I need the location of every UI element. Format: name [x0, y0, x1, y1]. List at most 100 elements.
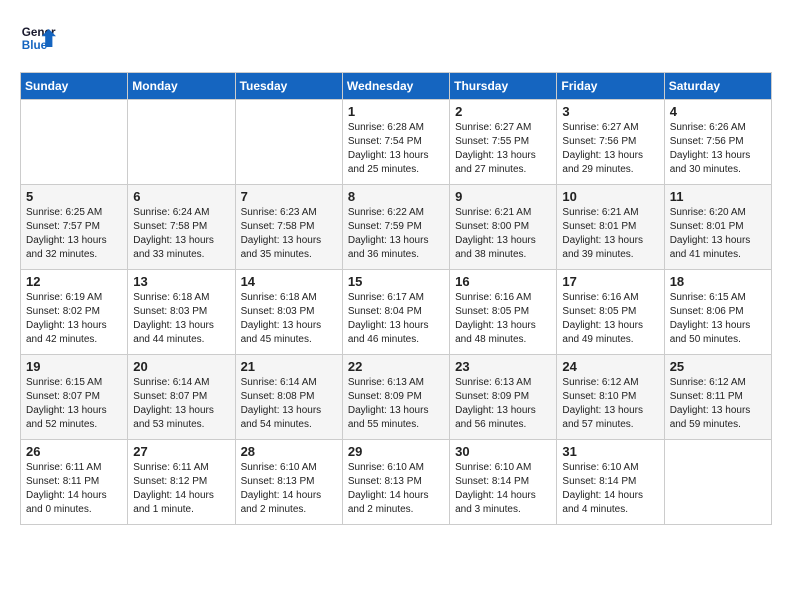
calendar-table: SundayMondayTuesdayWednesdayThursdayFrid…: [20, 72, 772, 525]
day-info: Sunrise: 6:27 AMSunset: 7:56 PMDaylight:…: [562, 122, 643, 175]
calendar-cell: 6 Sunrise: 6:24 AMSunset: 7:58 PMDayligh…: [128, 185, 235, 270]
calendar-cell: 14 Sunrise: 6:18 AMSunset: 8:03 PMDaylig…: [235, 270, 342, 355]
day-info: Sunrise: 6:13 AMSunset: 8:09 PMDaylight:…: [455, 377, 536, 430]
day-info: Sunrise: 6:26 AMSunset: 7:56 PMDaylight:…: [670, 122, 751, 175]
calendar-cell: 3 Sunrise: 6:27 AMSunset: 7:56 PMDayligh…: [557, 100, 664, 185]
day-info: Sunrise: 6:18 AMSunset: 8:03 PMDaylight:…: [241, 292, 322, 345]
day-number: 28: [241, 444, 337, 459]
day-number: 22: [348, 359, 444, 374]
day-info: Sunrise: 6:23 AMSunset: 7:58 PMDaylight:…: [241, 207, 322, 260]
day-number: 3: [562, 104, 658, 119]
calendar-cell: 24 Sunrise: 6:12 AMSunset: 8:10 PMDaylig…: [557, 355, 664, 440]
weekday-header-row: SundayMondayTuesdayWednesdayThursdayFrid…: [21, 73, 772, 100]
day-info: Sunrise: 6:21 AMSunset: 8:01 PMDaylight:…: [562, 207, 643, 260]
day-info: Sunrise: 6:10 AMSunset: 8:13 PMDaylight:…: [348, 462, 429, 515]
calendar-cell: 2 Sunrise: 6:27 AMSunset: 7:55 PMDayligh…: [450, 100, 557, 185]
day-number: 21: [241, 359, 337, 374]
day-number: 5: [26, 189, 122, 204]
day-number: 10: [562, 189, 658, 204]
day-info: Sunrise: 6:10 AMSunset: 8:14 PMDaylight:…: [455, 462, 536, 515]
day-number: 14: [241, 274, 337, 289]
calendar-week-2: 5 Sunrise: 6:25 AMSunset: 7:57 PMDayligh…: [21, 185, 772, 270]
day-info: Sunrise: 6:19 AMSunset: 8:02 PMDaylight:…: [26, 292, 107, 345]
calendar-cell: 8 Sunrise: 6:22 AMSunset: 7:59 PMDayligh…: [342, 185, 449, 270]
day-info: Sunrise: 6:11 AMSunset: 8:11 PMDaylight:…: [26, 462, 107, 515]
calendar-cell: 7 Sunrise: 6:23 AMSunset: 7:58 PMDayligh…: [235, 185, 342, 270]
day-info: Sunrise: 6:12 AMSunset: 8:11 PMDaylight:…: [670, 377, 751, 430]
calendar-cell: 10 Sunrise: 6:21 AMSunset: 8:01 PMDaylig…: [557, 185, 664, 270]
calendar-cell: [235, 100, 342, 185]
weekday-header-friday: Friday: [557, 73, 664, 100]
page-header: General Blue: [20, 20, 772, 56]
day-info: Sunrise: 6:14 AMSunset: 8:08 PMDaylight:…: [241, 377, 322, 430]
day-number: 20: [133, 359, 229, 374]
calendar-cell: [664, 440, 771, 525]
calendar-cell: 5 Sunrise: 6:25 AMSunset: 7:57 PMDayligh…: [21, 185, 128, 270]
calendar-cell: 23 Sunrise: 6:13 AMSunset: 8:09 PMDaylig…: [450, 355, 557, 440]
day-number: 15: [348, 274, 444, 289]
calendar-cell: 30 Sunrise: 6:10 AMSunset: 8:14 PMDaylig…: [450, 440, 557, 525]
weekday-header-wednesday: Wednesday: [342, 73, 449, 100]
day-info: Sunrise: 6:25 AMSunset: 7:57 PMDaylight:…: [26, 207, 107, 260]
day-info: Sunrise: 6:11 AMSunset: 8:12 PMDaylight:…: [133, 462, 214, 515]
weekday-header-saturday: Saturday: [664, 73, 771, 100]
day-info: Sunrise: 6:18 AMSunset: 8:03 PMDaylight:…: [133, 292, 214, 345]
weekday-header-tuesday: Tuesday: [235, 73, 342, 100]
day-info: Sunrise: 6:20 AMSunset: 8:01 PMDaylight:…: [670, 207, 751, 260]
calendar-cell: 20 Sunrise: 6:14 AMSunset: 8:07 PMDaylig…: [128, 355, 235, 440]
day-number: 9: [455, 189, 551, 204]
calendar-week-4: 19 Sunrise: 6:15 AMSunset: 8:07 PMDaylig…: [21, 355, 772, 440]
day-info: Sunrise: 6:10 AMSunset: 8:14 PMDaylight:…: [562, 462, 643, 515]
calendar-cell: 4 Sunrise: 6:26 AMSunset: 7:56 PMDayligh…: [664, 100, 771, 185]
calendar-cell: 25 Sunrise: 6:12 AMSunset: 8:11 PMDaylig…: [664, 355, 771, 440]
day-number: 18: [670, 274, 766, 289]
calendar-cell: 9 Sunrise: 6:21 AMSunset: 8:00 PMDayligh…: [450, 185, 557, 270]
calendar-cell: 29 Sunrise: 6:10 AMSunset: 8:13 PMDaylig…: [342, 440, 449, 525]
calendar-cell: 18 Sunrise: 6:15 AMSunset: 8:06 PMDaylig…: [664, 270, 771, 355]
calendar-cell: 16 Sunrise: 6:16 AMSunset: 8:05 PMDaylig…: [450, 270, 557, 355]
day-number: 12: [26, 274, 122, 289]
day-info: Sunrise: 6:14 AMSunset: 8:07 PMDaylight:…: [133, 377, 214, 430]
day-number: 7: [241, 189, 337, 204]
calendar-cell: 15 Sunrise: 6:17 AMSunset: 8:04 PMDaylig…: [342, 270, 449, 355]
day-info: Sunrise: 6:16 AMSunset: 8:05 PMDaylight:…: [562, 292, 643, 345]
day-info: Sunrise: 6:22 AMSunset: 7:59 PMDaylight:…: [348, 207, 429, 260]
day-number: 16: [455, 274, 551, 289]
svg-text:Blue: Blue: [22, 39, 48, 52]
day-number: 30: [455, 444, 551, 459]
calendar-body: 1 Sunrise: 6:28 AMSunset: 7:54 PMDayligh…: [21, 100, 772, 525]
day-info: Sunrise: 6:24 AMSunset: 7:58 PMDaylight:…: [133, 207, 214, 260]
calendar-cell: 27 Sunrise: 6:11 AMSunset: 8:12 PMDaylig…: [128, 440, 235, 525]
calendar-week-1: 1 Sunrise: 6:28 AMSunset: 7:54 PMDayligh…: [21, 100, 772, 185]
calendar-cell: 12 Sunrise: 6:19 AMSunset: 8:02 PMDaylig…: [21, 270, 128, 355]
calendar-cell: 11 Sunrise: 6:20 AMSunset: 8:01 PMDaylig…: [664, 185, 771, 270]
calendar-cell: [128, 100, 235, 185]
day-number: 4: [670, 104, 766, 119]
day-number: 1: [348, 104, 444, 119]
day-info: Sunrise: 6:12 AMSunset: 8:10 PMDaylight:…: [562, 377, 643, 430]
calendar-cell: 17 Sunrise: 6:16 AMSunset: 8:05 PMDaylig…: [557, 270, 664, 355]
day-number: 26: [26, 444, 122, 459]
calendar-cell: 19 Sunrise: 6:15 AMSunset: 8:07 PMDaylig…: [21, 355, 128, 440]
calendar-cell: 28 Sunrise: 6:10 AMSunset: 8:13 PMDaylig…: [235, 440, 342, 525]
day-info: Sunrise: 6:15 AMSunset: 8:06 PMDaylight:…: [670, 292, 751, 345]
day-number: 31: [562, 444, 658, 459]
day-number: 24: [562, 359, 658, 374]
day-number: 27: [133, 444, 229, 459]
day-number: 6: [133, 189, 229, 204]
day-number: 13: [133, 274, 229, 289]
calendar-cell: 1 Sunrise: 6:28 AMSunset: 7:54 PMDayligh…: [342, 100, 449, 185]
day-number: 19: [26, 359, 122, 374]
calendar-week-3: 12 Sunrise: 6:19 AMSunset: 8:02 PMDaylig…: [21, 270, 772, 355]
calendar-cell: 26 Sunrise: 6:11 AMSunset: 8:11 PMDaylig…: [21, 440, 128, 525]
day-number: 2: [455, 104, 551, 119]
weekday-header-thursday: Thursday: [450, 73, 557, 100]
day-number: 25: [670, 359, 766, 374]
logo: General Blue: [20, 20, 56, 56]
day-number: 23: [455, 359, 551, 374]
calendar-week-5: 26 Sunrise: 6:11 AMSunset: 8:11 PMDaylig…: [21, 440, 772, 525]
calendar-cell: [21, 100, 128, 185]
day-info: Sunrise: 6:15 AMSunset: 8:07 PMDaylight:…: [26, 377, 107, 430]
weekday-header-monday: Monday: [128, 73, 235, 100]
day-info: Sunrise: 6:10 AMSunset: 8:13 PMDaylight:…: [241, 462, 322, 515]
